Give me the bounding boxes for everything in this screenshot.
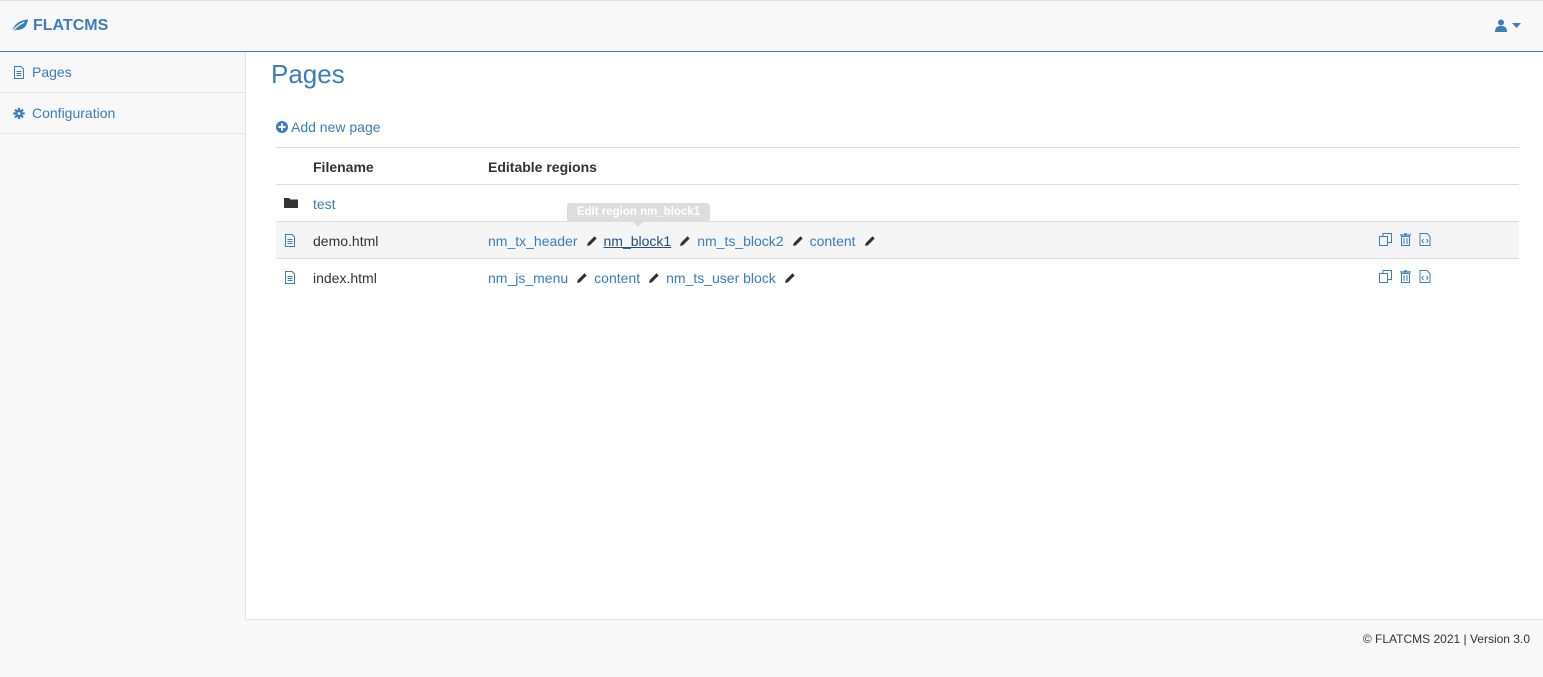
region-item: content	[810, 233, 876, 249]
main-panel: Pages Add new page Filename Editable reg…	[246, 53, 1543, 620]
sidebar-item-label: Pages	[32, 64, 72, 80]
region-item: nm_ts_user block	[666, 270, 796, 286]
tooltip: Edit region nm_block1	[567, 203, 710, 227]
sidebar-item-pages[interactable]: Pages	[0, 52, 245, 93]
leaf-icon	[10, 19, 29, 34]
add-new-page-button[interactable]: Add new page	[276, 119, 381, 135]
pencil-icon[interactable]	[586, 235, 598, 247]
user-icon	[1495, 19, 1507, 32]
brand-name: FLATCMS	[33, 17, 109, 34]
folder-icon	[284, 198, 298, 208]
table-row: demo.html nm_tx_header nm_block1 nm_ts_b…	[276, 222, 1519, 259]
caret-down-icon	[1512, 22, 1521, 28]
region-link[interactable]: nm_block1	[604, 233, 672, 249]
gear-icon	[13, 107, 25, 119]
sidebar-item-label: Configuration	[32, 105, 116, 121]
region-item: content	[594, 270, 660, 286]
pencil-icon[interactable]	[864, 235, 876, 247]
pages-table: Filename Editable regions test demo.html…	[276, 147, 1519, 296]
region-item: nm_ts_block2	[697, 233, 803, 249]
table-header-row: Filename Editable regions	[276, 148, 1519, 185]
region-link[interactable]: nm_js_menu	[488, 270, 568, 286]
file-name: index.html	[313, 270, 377, 286]
editable-regions-list: nm_tx_header nm_block1 nm_ts_block2 cont…	[488, 233, 882, 249]
table-row: test	[276, 185, 1519, 222]
pencil-icon[interactable]	[792, 235, 804, 247]
trash-icon[interactable]	[1399, 270, 1412, 283]
region-link[interactable]: content	[594, 270, 640, 286]
region-link[interactable]: nm_ts_block2	[697, 233, 783, 249]
file-text-icon	[14, 65, 24, 79]
file-icon	[285, 271, 295, 284]
editable-regions-list: nm_js_menu content nm_ts_user block	[488, 270, 802, 286]
pencil-icon[interactable]	[648, 272, 660, 284]
region-item: nm_tx_header	[488, 233, 598, 249]
brand-logo[interactable]: FLATCMS	[10, 17, 108, 35]
pencil-icon[interactable]	[784, 272, 796, 284]
footer-text: © FLATCMS 2021 | Version 3.0	[1362, 632, 1530, 646]
region-item: nm_js_menu	[488, 270, 588, 286]
plus-circle-icon	[276, 121, 288, 133]
top-navbar: FLATCMS	[0, 0, 1543, 52]
user-menu-dropdown[interactable]	[1495, 19, 1521, 32]
copy-icon[interactable]	[1379, 233, 1392, 246]
copy-icon[interactable]	[1379, 270, 1392, 283]
region-link[interactable]: content	[810, 233, 856, 249]
file-name: demo.html	[313, 233, 379, 249]
trash-icon[interactable]	[1399, 233, 1412, 246]
folder-link-test[interactable]: test	[313, 196, 336, 212]
region-link[interactable]: nm_tx_header	[488, 233, 578, 249]
region-item: nm_block1	[604, 233, 692, 249]
pencil-icon[interactable]	[576, 272, 588, 284]
page-title: Pages	[271, 59, 345, 89]
add-new-page-label: Add new page	[291, 119, 381, 135]
file-icon	[285, 234, 295, 247]
row-actions	[1379, 270, 1431, 283]
sidebar: Pages Configuration	[0, 52, 246, 620]
file-code-icon[interactable]	[1419, 270, 1431, 283]
pencil-icon[interactable]	[679, 235, 691, 247]
table-row: index.html nm_js_menu content nm_ts_user…	[276, 259, 1519, 296]
row-actions	[1379, 233, 1431, 246]
filename-column-header: Filename	[313, 159, 374, 175]
region-link[interactable]: nm_ts_user block	[666, 270, 776, 286]
file-code-icon[interactable]	[1419, 233, 1431, 246]
regions-column-header: Editable regions	[488, 159, 597, 175]
sidebar-item-configuration[interactable]: Configuration	[0, 93, 245, 134]
